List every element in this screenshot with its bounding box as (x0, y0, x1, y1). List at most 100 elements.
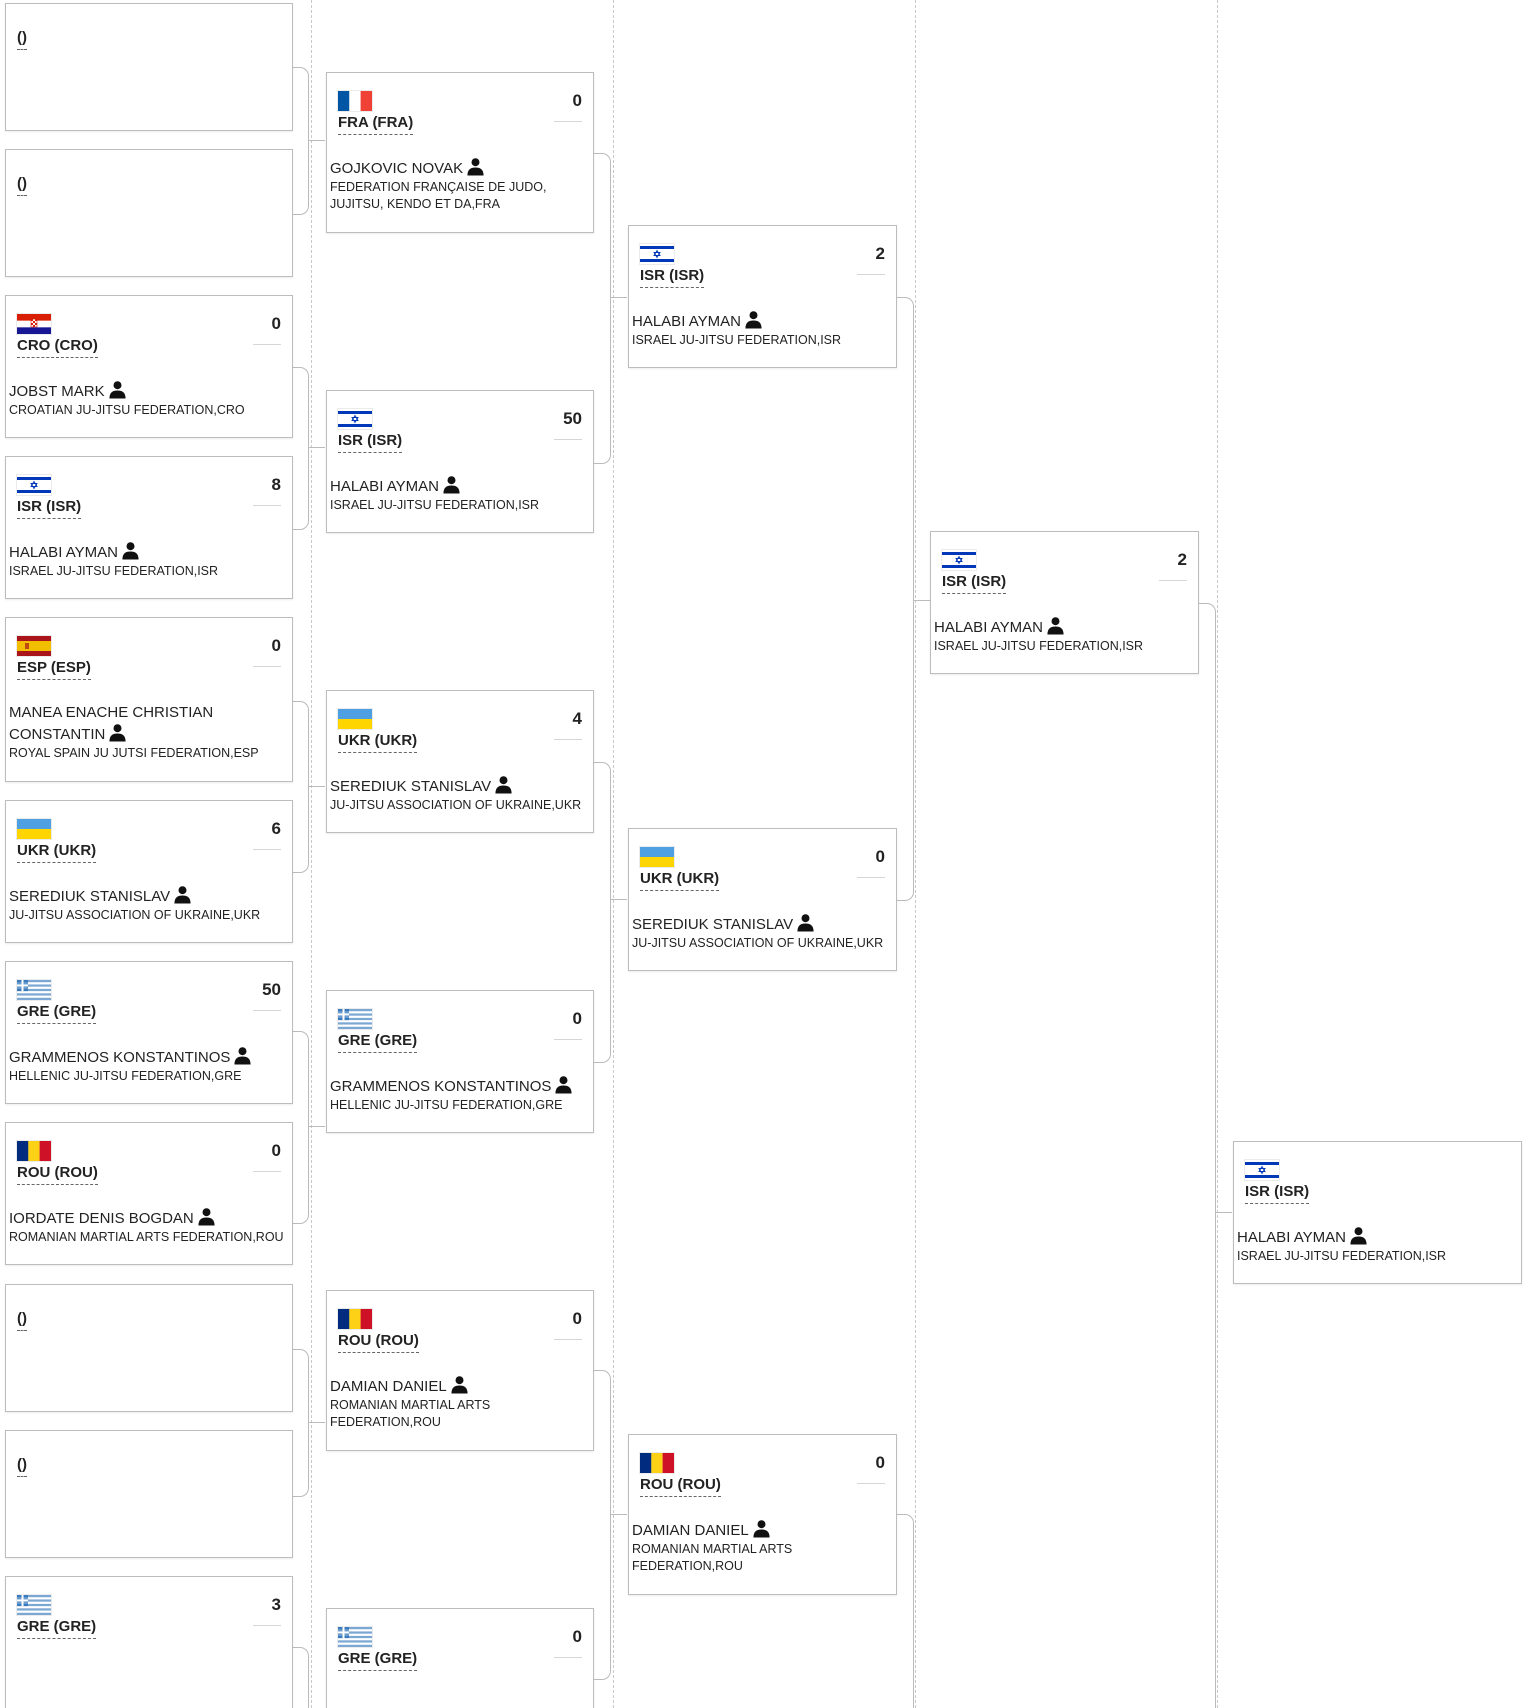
bracket-match-card[interactable]: ROU (ROU) 0 DAMIAN DANIEL ROMANIAN MARTIAL … (628, 1434, 897, 1595)
country-link[interactable]: ISR (ISR) (338, 432, 403, 453)
athlete-name[interactable]: HALABI AYMAN (330, 478, 439, 495)
flag-isr-icon (338, 409, 372, 429)
person-icon[interactable] (121, 541, 140, 560)
person-icon[interactable] (197, 1207, 216, 1226)
country-link[interactable]: FRA (FRA) (338, 114, 414, 135)
athlete-name[interactable]: GRAMMENOS KONSTANTINOS (9, 1049, 230, 1066)
person-icon[interactable] (233, 1046, 252, 1065)
athlete-info: DAMIAN DANIEL ROMANIAN MARTIAL ARTS FEDER… (632, 1519, 888, 1575)
athlete-name[interactable]: DAMIAN DANIEL (632, 1522, 749, 1539)
person-icon[interactable] (744, 310, 763, 329)
country-link[interactable]: ROU (ROU) (640, 1476, 721, 1497)
country-link[interactable]: ISR (ISR) (942, 573, 1007, 594)
bracket-connector (1199, 603, 1216, 1708)
country-link[interactable]: () (17, 1310, 27, 1331)
country-link[interactable]: GRE (GRE) (17, 1618, 97, 1639)
country-link[interactable]: ROU (ROU) (17, 1164, 98, 1185)
person-icon[interactable] (1349, 1226, 1368, 1245)
country-link[interactable]: ESP (ESP) (17, 659, 91, 680)
bracket-match-card[interactable]: ISR (ISR) 8 HALABI AYMAN ISRAEL JU-JITSU FE… (5, 456, 293, 599)
athlete-name[interactable]: DAMIAN DANIEL (330, 1378, 447, 1395)
bracket-match-card[interactable]: UKR (UKR) 0 SEREDIUK STANISLAV JU-JITSU ASS… (628, 828, 897, 971)
athlete-name[interactable]: HALABI AYMAN (934, 619, 1043, 636)
country-link[interactable]: UKR (UKR) (338, 732, 418, 753)
athlete-name[interactable]: SEREDIUK STANISLAV (9, 888, 170, 905)
bracket-match-card[interactable]: UKR (UKR) 6 SEREDIUK STANISLAV JU-JITSU ASS… (5, 800, 293, 943)
person-icon[interactable] (442, 475, 461, 494)
bracket-match-card[interactable]: ISR (ISR) 2 HALABI AYMAN ISRAEL JU-JITSU FE… (628, 225, 897, 368)
country-link[interactable]: ISR (ISR) (640, 267, 705, 288)
athlete-info: GOJKOVIC NOVAK FEDERATION FRANÇAISE DE JU… (330, 157, 585, 213)
person-icon[interactable] (752, 1519, 771, 1538)
athlete-name[interactable]: SEREDIUK STANISLAV (632, 916, 793, 933)
round-separator (915, 0, 916, 1708)
country-link[interactable]: UKR (UKR) (17, 842, 97, 863)
bracket-slot-empty[interactable]: () (5, 3, 293, 131)
athlete-federation: ISRAEL JU-JITSU FEDERATION,ISR (1237, 1249, 1447, 1263)
match-score: 0 (554, 1309, 582, 1340)
country-link[interactable]: GRE (GRE) (17, 1003, 97, 1024)
person-icon[interactable] (554, 1075, 573, 1094)
flag-cro-icon (17, 314, 51, 334)
athlete-name[interactable]: GRAMMENOS KONSTANTINOS (330, 1078, 551, 1095)
country-link[interactable]: () (17, 1456, 27, 1477)
person-icon[interactable] (450, 1375, 469, 1394)
person-icon[interactable] (108, 380, 127, 399)
athlete-name[interactable]: HALABI AYMAN (1237, 1229, 1346, 1246)
athlete-name[interactable]: HALABI AYMAN (632, 313, 741, 330)
match-score: 0 (253, 314, 281, 345)
bracket-match-card[interactable]: GRE (GRE) 0 GRAMMENOS KONSTANTINOS HELLENIC… (326, 990, 594, 1133)
country-link[interactable]: ISR (ISR) (1245, 1183, 1310, 1204)
bracket-match-card[interactable]: GRE (GRE) 0 (326, 1608, 594, 1708)
country-link[interactable]: UKR (UKR) (640, 870, 720, 891)
bracket-match-card[interactable]: GRE (GRE) 3 (5, 1576, 293, 1708)
country-link[interactable]: ISR (ISR) (17, 498, 82, 519)
athlete-info: MANEA ENACHE CHRISTIAN CONSTANTIN ROYAL S… (9, 702, 284, 762)
bracket-match-card[interactable]: ROU (ROU) 0 DAMIAN DANIEL ROMANIAN MARTIAL … (326, 1290, 594, 1451)
match-score: 50 (554, 409, 582, 440)
athlete-federation: JU-JITSU ASSOCIATION OF UKRAINE,UKR (632, 936, 884, 950)
country-link[interactable]: CRO (CRO) (17, 337, 98, 358)
match-score: 0 (857, 1453, 885, 1484)
person-icon[interactable] (494, 775, 513, 794)
country-link[interactable]: GRE (GRE) (338, 1650, 418, 1671)
round-separator (311, 0, 312, 1708)
bracket-slot-empty[interactable]: () (5, 1284, 293, 1412)
athlete-name[interactable]: SEREDIUK STANISLAV (330, 778, 491, 795)
bracket-connector-stub (308, 786, 325, 787)
person-icon[interactable] (796, 913, 815, 932)
bracket-match-card[interactable]: ISR (ISR) 50 HALABI AYMAN ISRAEL JU-JITSU F… (326, 390, 594, 533)
bracket-match-card[interactable]: UKR (UKR) 4 SEREDIUK STANISLAV JU-JITSU ASS… (326, 690, 594, 833)
person-icon[interactable] (173, 885, 192, 904)
flag-gre-icon (17, 980, 51, 1000)
athlete-name[interactable]: JOBST MARK (9, 383, 105, 400)
athlete-info: HALABI AYMAN ISRAEL JU-JITSU FEDERATION,I… (330, 475, 585, 514)
match-score: 2 (857, 244, 885, 275)
bracket-match-card[interactable]: ROU (ROU) 0 IORDATE DENIS BOGDAN ROMANIAN M… (5, 1122, 293, 1265)
athlete-name[interactable]: IORDATE DENIS BOGDAN (9, 1210, 194, 1227)
person-icon[interactable] (108, 723, 127, 742)
athlete-federation: HELLENIC JU-JITSU FEDERATION,GRE (9, 1069, 242, 1083)
match-score: 2 (1159, 550, 1187, 581)
bracket-match-card[interactable]: ISR (ISR) HALABI AYMAN ISRAEL JU-JITSU FED… (1233, 1141, 1522, 1284)
country-link[interactable]: ROU (ROU) (338, 1332, 419, 1353)
country-link[interactable]: () (17, 29, 27, 50)
bracket-match-card[interactable]: ISR (ISR) 2 HALABI AYMAN ISRAEL JU-JITSU FE… (930, 531, 1199, 674)
bracket-match-card[interactable]: FRA (FRA) 0 GOJKOVIC NOVAK FEDERATION FRANÇ… (326, 72, 594, 233)
athlete-name[interactable]: GOJKOVIC NOVAK (330, 160, 463, 177)
bracket-match-card[interactable]: ESP (ESP) 0 MANEA ENACHE CHRISTIAN CONSTAN… (5, 617, 293, 782)
bracket-connector-stub (308, 1422, 325, 1423)
bracket-slot-empty[interactable]: () (5, 149, 293, 277)
bracket-match-card[interactable]: GRE (GRE) 50 GRAMMENOS KONSTANTINOS HELLENI… (5, 961, 293, 1104)
bracket-match-card[interactable]: CRO (CRO) 0 JOBST MARK CROATIAN JU-JITSU FE… (5, 295, 293, 438)
flag-fra-icon (338, 91, 372, 111)
flag-gre-icon (338, 1009, 372, 1029)
person-icon[interactable] (466, 157, 485, 176)
bracket-slot-empty[interactable]: () (5, 1430, 293, 1558)
country-link[interactable]: () (17, 175, 27, 196)
person-icon[interactable] (1046, 616, 1065, 635)
country-link[interactable]: GRE (GRE) (338, 1032, 418, 1053)
flag-gre-icon (17, 1595, 51, 1615)
flag-ukr-icon (338, 709, 372, 729)
athlete-name[interactable]: HALABI AYMAN (9, 544, 118, 561)
